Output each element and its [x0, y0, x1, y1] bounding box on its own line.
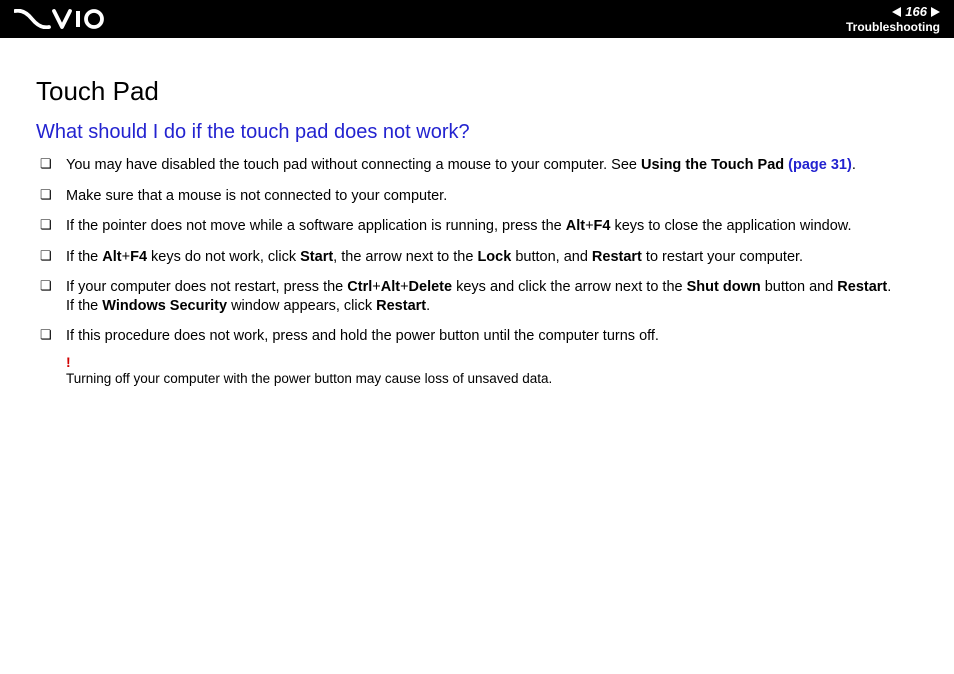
text: button and — [761, 279, 838, 295]
text: . — [887, 279, 891, 295]
key-delete: Delete — [409, 279, 453, 295]
btn-restart: Restart — [376, 298, 426, 314]
vaio-logo — [14, 9, 106, 29]
btn-start: Start — [300, 249, 333, 265]
vaio-logo-svg — [14, 9, 106, 29]
text: to restart your computer. — [642, 249, 803, 265]
key-f4: F4 — [594, 218, 611, 234]
list-item: Make sure that a mouse is not connected … — [66, 187, 918, 206]
btn-shutdown: Shut down — [687, 279, 761, 295]
list-item: You may have disabled the touch pad with… — [66, 156, 918, 175]
text: You may have disabled the touch pad with… — [66, 157, 641, 173]
key-ctrl: Ctrl — [347, 279, 372, 295]
list-item: If the pointer does not move while a sof… — [66, 217, 918, 236]
text: button, and — [511, 249, 592, 265]
page-header: 166 Troubleshooting — [0, 0, 954, 38]
list-item: If your computer does not restart, press… — [66, 278, 918, 315]
text: keys and click the arrow next to the — [452, 279, 687, 295]
page-question: What should I do if the touch pad does n… — [36, 121, 918, 144]
text: . — [852, 157, 856, 173]
text: . — [426, 298, 430, 314]
ref-title: Using the Touch Pad — [641, 157, 784, 173]
page-title: Touch Pad — [36, 76, 918, 107]
list-item: If the Alt+F4 keys do not work, click St… — [66, 248, 918, 267]
win-security: Windows Security — [102, 298, 227, 314]
warning-icon: ! — [66, 354, 918, 370]
text: , the arrow next to the — [333, 249, 477, 265]
text: keys do not work, click — [147, 249, 300, 265]
text: + — [372, 279, 380, 295]
page-content: Touch Pad What should I do if the touch … — [0, 38, 954, 388]
bullet-list: You may have disabled the touch pad with… — [36, 156, 918, 346]
text: + — [122, 249, 130, 265]
text: If the — [66, 249, 102, 265]
key-alt: Alt — [381, 279, 400, 295]
page-nav: 166 — [846, 4, 940, 19]
text: If the — [66, 298, 102, 314]
warning-block: ! Turning off your computer with the pow… — [36, 354, 918, 388]
header-right: 166 Troubleshooting — [846, 4, 940, 34]
btn-restart: Restart — [837, 279, 887, 295]
page-number: 166 — [905, 4, 927, 19]
list-item: If this procedure does not work, press a… — [66, 327, 918, 346]
text: If the pointer does not move while a sof… — [66, 218, 566, 234]
text: + — [585, 218, 593, 234]
btn-lock: Lock — [477, 249, 511, 265]
page-link[interactable]: (page 31) — [784, 157, 852, 173]
next-page-arrow-icon[interactable] — [931, 7, 940, 17]
btn-restart: Restart — [592, 249, 642, 265]
text: + — [400, 279, 408, 295]
warning-text: Turning off your computer with the power… — [66, 371, 552, 386]
key-alt: Alt — [566, 218, 585, 234]
key-alt: Alt — [102, 249, 121, 265]
text: If your computer does not restart, press… — [66, 279, 347, 295]
key-f4: F4 — [130, 249, 147, 265]
section-label: Troubleshooting — [846, 20, 940, 34]
text: keys to close the application window. — [610, 218, 851, 234]
text: window appears, click — [227, 298, 376, 314]
prev-page-arrow-icon[interactable] — [892, 7, 901, 17]
